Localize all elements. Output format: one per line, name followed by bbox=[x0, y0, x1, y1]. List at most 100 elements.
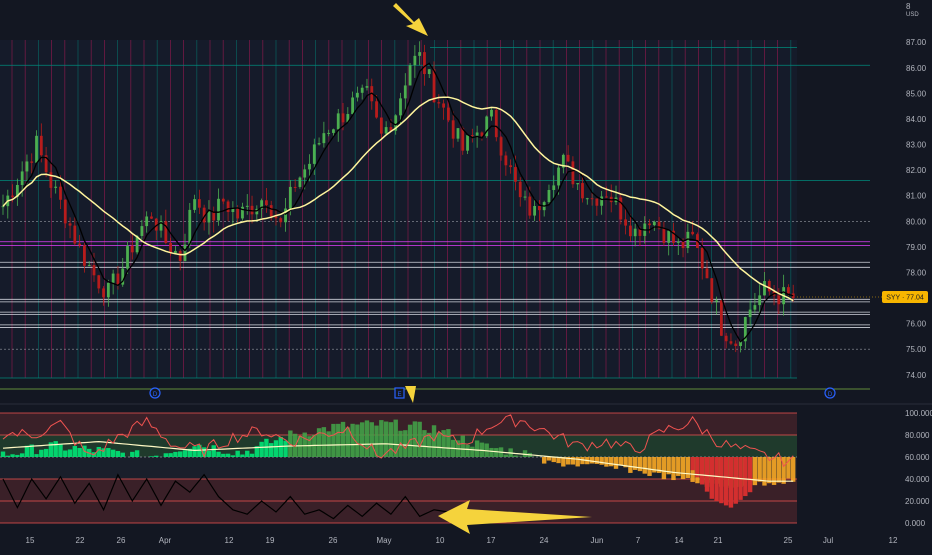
event-marker-b[interactable]: E bbox=[395, 388, 404, 398]
osc-hist-bar bbox=[183, 450, 187, 457]
osc-hist-bar bbox=[77, 448, 81, 457]
osc-hist-bar bbox=[604, 457, 608, 467]
candle-body bbox=[375, 101, 378, 117]
osc-tick: 0.000 bbox=[905, 519, 926, 528]
candle-body bbox=[112, 274, 115, 283]
osc-hist-bar bbox=[757, 457, 761, 482]
osc-hist-bar bbox=[346, 427, 350, 457]
osc-hist-bar bbox=[614, 457, 618, 469]
osc-hist-bar bbox=[595, 457, 599, 464]
candle-body bbox=[289, 187, 292, 209]
price-tick: 84.00 bbox=[906, 115, 927, 124]
candle-body bbox=[64, 200, 67, 224]
time-tick: 15 bbox=[26, 536, 35, 545]
price-tick: 86.00 bbox=[906, 64, 927, 73]
candle-body bbox=[629, 226, 632, 237]
candle-body bbox=[313, 144, 316, 163]
osc-hist-bar bbox=[168, 453, 172, 457]
candle-body bbox=[624, 219, 627, 225]
candle-body bbox=[69, 223, 72, 225]
osc-hist-bar bbox=[403, 430, 407, 457]
candle-body bbox=[490, 110, 493, 117]
osc-hist-bar bbox=[609, 457, 613, 466]
event-marker-a[interactable]: D bbox=[150, 388, 160, 398]
currency-label: USD bbox=[906, 12, 919, 18]
time-tick: 26 bbox=[329, 536, 338, 545]
osc-tick: 60.000 bbox=[905, 453, 930, 462]
osc-hist-bar bbox=[111, 450, 115, 457]
chart-canvas[interactable]: 87.0086.0085.0084.0083.0082.0081.0080.00… bbox=[0, 0, 932, 550]
osc-hist-bar bbox=[590, 457, 594, 464]
osc-hist-red bbox=[700, 457, 704, 485]
candle-body bbox=[682, 241, 685, 248]
candle-body bbox=[787, 287, 790, 293]
osc-hist-bar bbox=[465, 445, 469, 457]
osc-hist-bar bbox=[44, 449, 48, 457]
candle-body bbox=[653, 222, 656, 225]
candle-body bbox=[227, 202, 230, 213]
candle-body bbox=[538, 206, 541, 210]
candle-body bbox=[548, 190, 551, 202]
candle-body bbox=[557, 168, 560, 186]
candle-body bbox=[509, 165, 512, 167]
osc-hist-bar bbox=[322, 427, 326, 457]
time-tick: 10 bbox=[436, 536, 445, 545]
candle-body bbox=[753, 305, 756, 310]
osc-hist-bar bbox=[73, 446, 77, 457]
osc-hist-bar bbox=[226, 454, 230, 457]
candle-body bbox=[231, 209, 234, 212]
time-tick: 12 bbox=[225, 536, 234, 545]
osc-hist-bar bbox=[628, 457, 632, 473]
candle-body bbox=[236, 209, 239, 219]
time-tick: May bbox=[376, 536, 391, 545]
candle-body bbox=[471, 135, 474, 136]
osc-hist-red bbox=[743, 457, 747, 496]
candle-body bbox=[418, 52, 421, 56]
price-axis-top-label: 8 bbox=[906, 2, 911, 11]
event-marker-c[interactable]: D bbox=[825, 388, 835, 398]
osc-hist-bar bbox=[365, 420, 369, 457]
time-tick: 19 bbox=[266, 536, 275, 545]
osc-hist-bar bbox=[231, 455, 235, 457]
osc-hist-bar bbox=[355, 424, 359, 457]
osc-hist-red bbox=[748, 457, 752, 492]
osc-hist-bar bbox=[250, 454, 254, 457]
osc-hist-bar bbox=[164, 453, 168, 457]
time-tick: 17 bbox=[487, 536, 496, 545]
osc-hist-bar bbox=[274, 440, 278, 457]
candle-body bbox=[433, 69, 436, 102]
candle-body bbox=[495, 110, 498, 137]
chart[interactable]: 87.0086.0085.0084.0083.0082.0081.0080.00… bbox=[0, 0, 932, 550]
candle-body bbox=[524, 197, 527, 198]
osc-hist-red bbox=[705, 457, 709, 492]
osc-hist-bar bbox=[647, 457, 651, 476]
osc-hist-bar bbox=[39, 450, 43, 457]
candle-body bbox=[385, 127, 388, 134]
osc-hist-bar bbox=[417, 422, 421, 457]
osc-hist-red bbox=[734, 457, 738, 504]
candle-body bbox=[466, 135, 469, 151]
candle-body bbox=[2, 206, 5, 207]
osc-hist-bar bbox=[475, 440, 479, 457]
candle-body bbox=[595, 199, 598, 206]
candle-body bbox=[299, 178, 302, 187]
osc-hist-bar bbox=[786, 457, 790, 478]
osc-hist-bar bbox=[25, 446, 29, 457]
candle-body bbox=[327, 133, 330, 134]
osc-hist-bar bbox=[240, 454, 244, 457]
time-tick: 25 bbox=[784, 536, 793, 545]
price-tick: 83.00 bbox=[906, 141, 927, 150]
candle-body bbox=[447, 108, 450, 121]
candle-body bbox=[734, 344, 737, 346]
candle-body bbox=[572, 161, 575, 184]
candle-body bbox=[600, 196, 603, 205]
osc-hist-bar bbox=[6, 456, 10, 457]
osc-hist-bar bbox=[34, 454, 38, 457]
candle-body bbox=[452, 120, 455, 138]
osc-hist-bar bbox=[547, 457, 551, 461]
osc-hist-bar bbox=[422, 430, 426, 457]
candle-body bbox=[131, 246, 134, 253]
osc-hist-bar bbox=[212, 445, 216, 457]
candle-body bbox=[777, 296, 780, 305]
candle-body bbox=[88, 265, 91, 266]
